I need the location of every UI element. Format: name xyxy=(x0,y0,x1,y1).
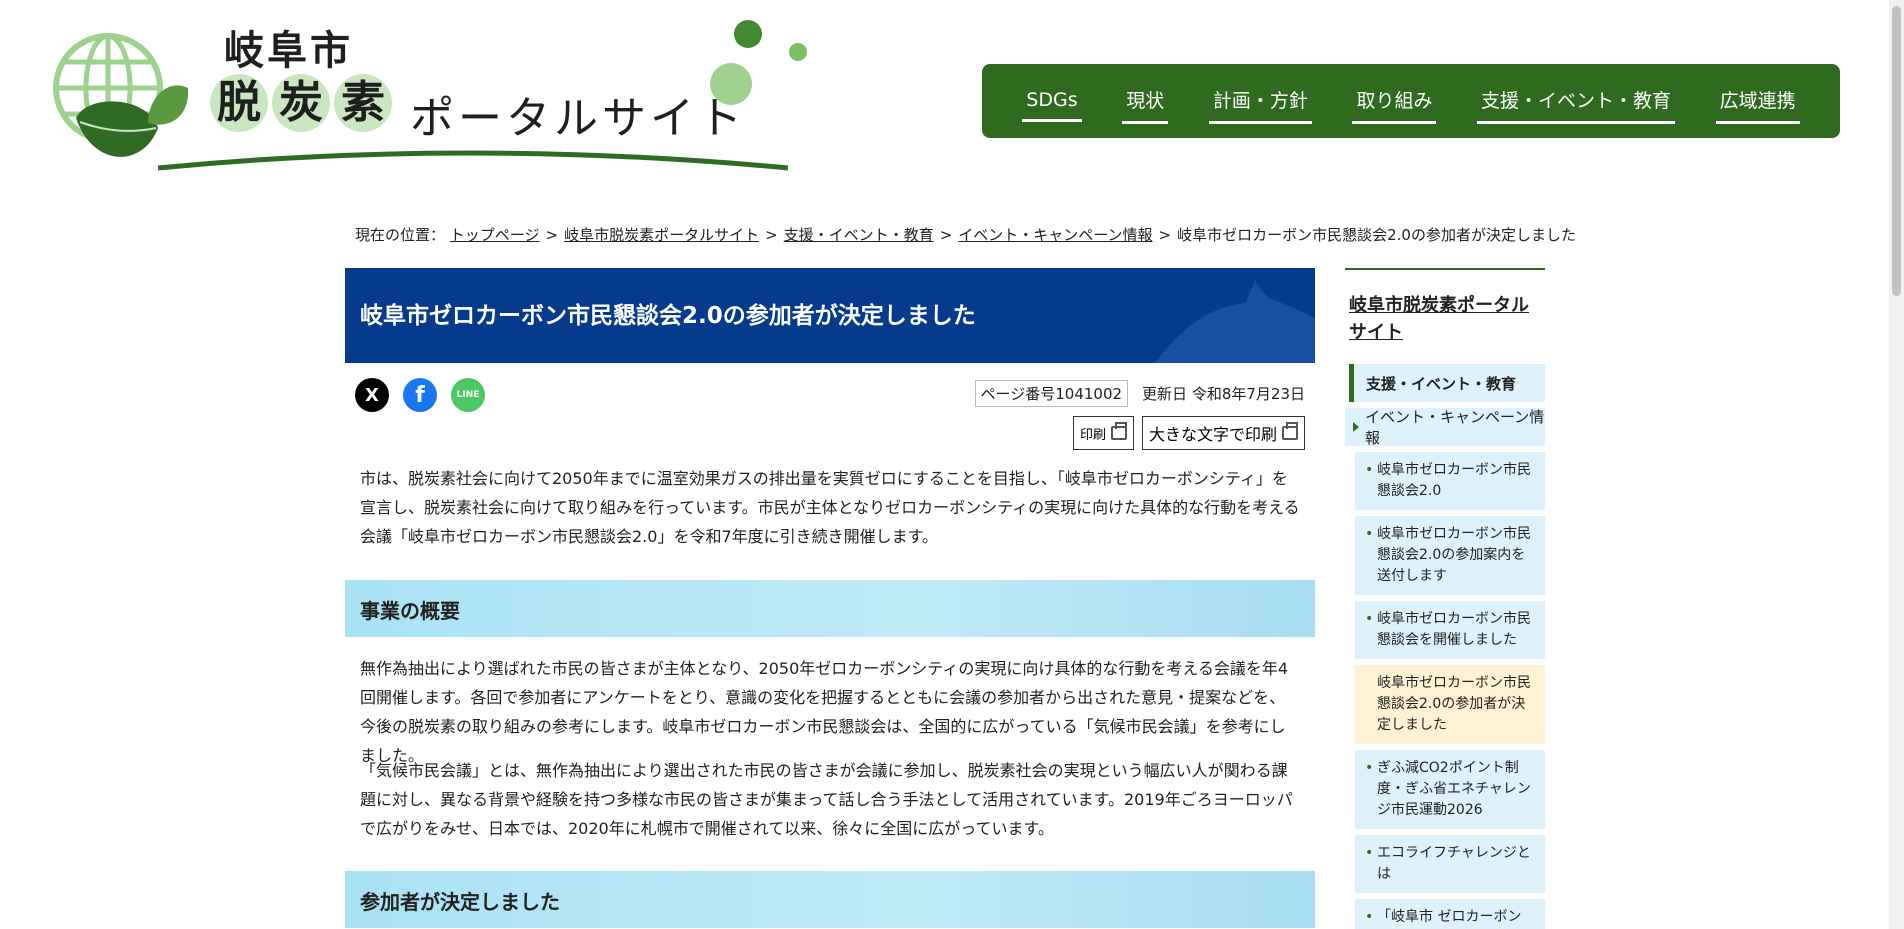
side-nav-title-link[interactable]: 岐阜市脱炭素ポータルサイト xyxy=(1349,295,1529,343)
side-nav-item[interactable]: 岐阜市ゼロカーボン市民懇談会を開催しました xyxy=(1355,601,1545,659)
side-nav-item[interactable]: ぎふ減CO2ポイント制度・ぎふ省エネチャレンジ市民運動2026 xyxy=(1355,750,1545,829)
printer-icon xyxy=(1282,422,1298,440)
gnav-plans[interactable]: 計画・方針 xyxy=(1208,78,1312,124)
side-nav-item-current[interactable]: 岐阜市ゼロカーボン市民懇談会2.0の参加者が決定しました xyxy=(1355,665,1545,744)
side-nav-subcategory[interactable]: イベント・キャンペーン情報 xyxy=(1345,408,1545,447)
section-heading-participants: 参加者が決定しました xyxy=(345,871,1315,928)
side-nav-item[interactable]: 岐阜市ゼロカーボン市民懇談会2.0の参加案内を送付します xyxy=(1355,516,1545,595)
breadcrumb-link-top[interactable]: トップページ xyxy=(450,226,540,244)
breadcrumb-label: 現在の位置： xyxy=(355,226,446,244)
gnav-current-status[interactable]: 現状 xyxy=(1122,78,1169,124)
castle-mountain-decoration-icon xyxy=(1155,280,1315,363)
side-nav-item[interactable]: 岐阜市ゼロカーボン市民懇談会2.0 xyxy=(1355,452,1545,510)
logo-city-name: 岐阜市 xyxy=(224,28,353,74)
breadcrumb-current: 岐阜市ゼロカーボン市民懇談会2.0の参加者が決定しました xyxy=(1177,226,1576,244)
logo-char: 炭 xyxy=(272,74,330,132)
page-title-box: 岐阜市ゼロカーボン市民懇談会2.0の参加者が決定しました xyxy=(345,268,1315,363)
share-buttons: X f LINE xyxy=(355,378,485,412)
site-logo[interactable]: 岐阜市 脱 炭 素 ポータルサイト xyxy=(48,18,828,188)
breadcrumb-separator: > xyxy=(765,226,778,244)
side-nav-header: 岐阜市脱炭素ポータルサイト xyxy=(1345,268,1545,356)
breadcrumb: 現在の位置： トップページ > 岐阜市脱炭素ポータルサイト > 支援・イベント・教育 > イ… xyxy=(355,224,1576,245)
logo-title-chars: 脱 炭 素 xyxy=(210,74,392,132)
x-share-icon[interactable]: X xyxy=(355,378,389,412)
intro-paragraph: 市は、脱炭素社会に向けて2050年までに温室効果ガスの排出量を実質ゼロにすること… xyxy=(360,469,1300,546)
page-scrollbar[interactable] xyxy=(1889,0,1904,929)
print-large-text-button[interactable]: 大きな文字で印刷 xyxy=(1141,416,1305,450)
breadcrumb-separator: > xyxy=(545,226,559,244)
logo-char: 素 xyxy=(334,74,392,132)
breadcrumb-link-events[interactable]: イベント・キャンペーン情報 xyxy=(958,226,1152,244)
printer-icon xyxy=(1110,422,1127,440)
page-title: 岐阜市ゼロカーボン市民懇談会2.0の参加者が決定しました xyxy=(360,303,976,329)
side-nav-category[interactable]: 支援・イベント・教育 xyxy=(1349,364,1545,402)
print-large-label: 大きな文字で印刷 xyxy=(1148,427,1277,444)
global-nav: SDGs 現状 計画・方針 取り組み 支援・イベント・教育 広域連携 xyxy=(982,64,1840,138)
gnav-sdgs[interactable]: SDGs xyxy=(1022,81,1082,122)
page-meta: ページ番号1041002 更新日 令和8年7月23日 xyxy=(974,380,1305,407)
gnav-support-events[interactable]: 支援・イベント・教育 xyxy=(1477,78,1676,124)
facebook-share-icon[interactable]: f xyxy=(403,378,437,412)
logo-char: 脱 xyxy=(210,74,268,132)
breadcrumb-separator: > xyxy=(939,226,953,244)
overview-paragraph-1: 無作為抽出により選ばれた市民の皆さまが主体となり、2050年ゼロカーボンシティの… xyxy=(360,659,1289,765)
side-nav-item[interactable]: エコライフチャレンジとは xyxy=(1355,835,1545,893)
logo-portal-text: ポータルサイト xyxy=(410,93,746,144)
updated-date: 更新日 令和8年7月23日 xyxy=(1142,385,1305,403)
section-heading-overview: 事業の概要 xyxy=(345,580,1315,637)
section-title: 事業の概要 xyxy=(360,599,460,623)
side-nav-item[interactable]: 「岐阜市 ゼロカーボンフ xyxy=(1355,899,1545,929)
overview-paragraph-2: 「気候市民会議」とは、無作為抽出により選出された市民の皆さまが会議に参加し、脱炭… xyxy=(360,761,1293,838)
print-label: 印刷 xyxy=(1079,426,1106,442)
breadcrumb-separator: > xyxy=(1158,226,1172,244)
breadcrumb-link-support[interactable]: 支援・イベント・教育 xyxy=(784,226,934,244)
breadcrumb-link-portal[interactable]: 岐阜市脱炭素ポータルサイト xyxy=(564,226,759,244)
main-content: 岐阜市ゼロカーボン市民懇談会2.0の参加者が決定しました X f LINE ペー… xyxy=(345,268,1315,928)
side-nav-items: 岐阜市ゼロカーボン市民懇談会2.0 岐阜市ゼロカーボン市民懇談会2.0の参加案内… xyxy=(1355,452,1545,929)
gnav-initiatives[interactable]: 取り組み xyxy=(1352,78,1437,124)
side-nav: 岐阜市脱炭素ポータルサイト 支援・イベント・教育 イベント・キャンペーン情報 岐… xyxy=(1345,268,1545,929)
print-button[interactable]: 印刷 xyxy=(1072,416,1134,450)
print-buttons: 印刷 大きな文字で印刷 xyxy=(1072,416,1305,450)
section-title: 参加者が決定しました xyxy=(360,890,560,914)
gnav-regional[interactable]: 広域連携 xyxy=(1715,78,1800,124)
line-share-icon[interactable]: LINE xyxy=(451,378,485,412)
scrollbar-thumb[interactable] xyxy=(1892,6,1901,296)
page-number: ページ番号1041002 xyxy=(974,380,1129,407)
